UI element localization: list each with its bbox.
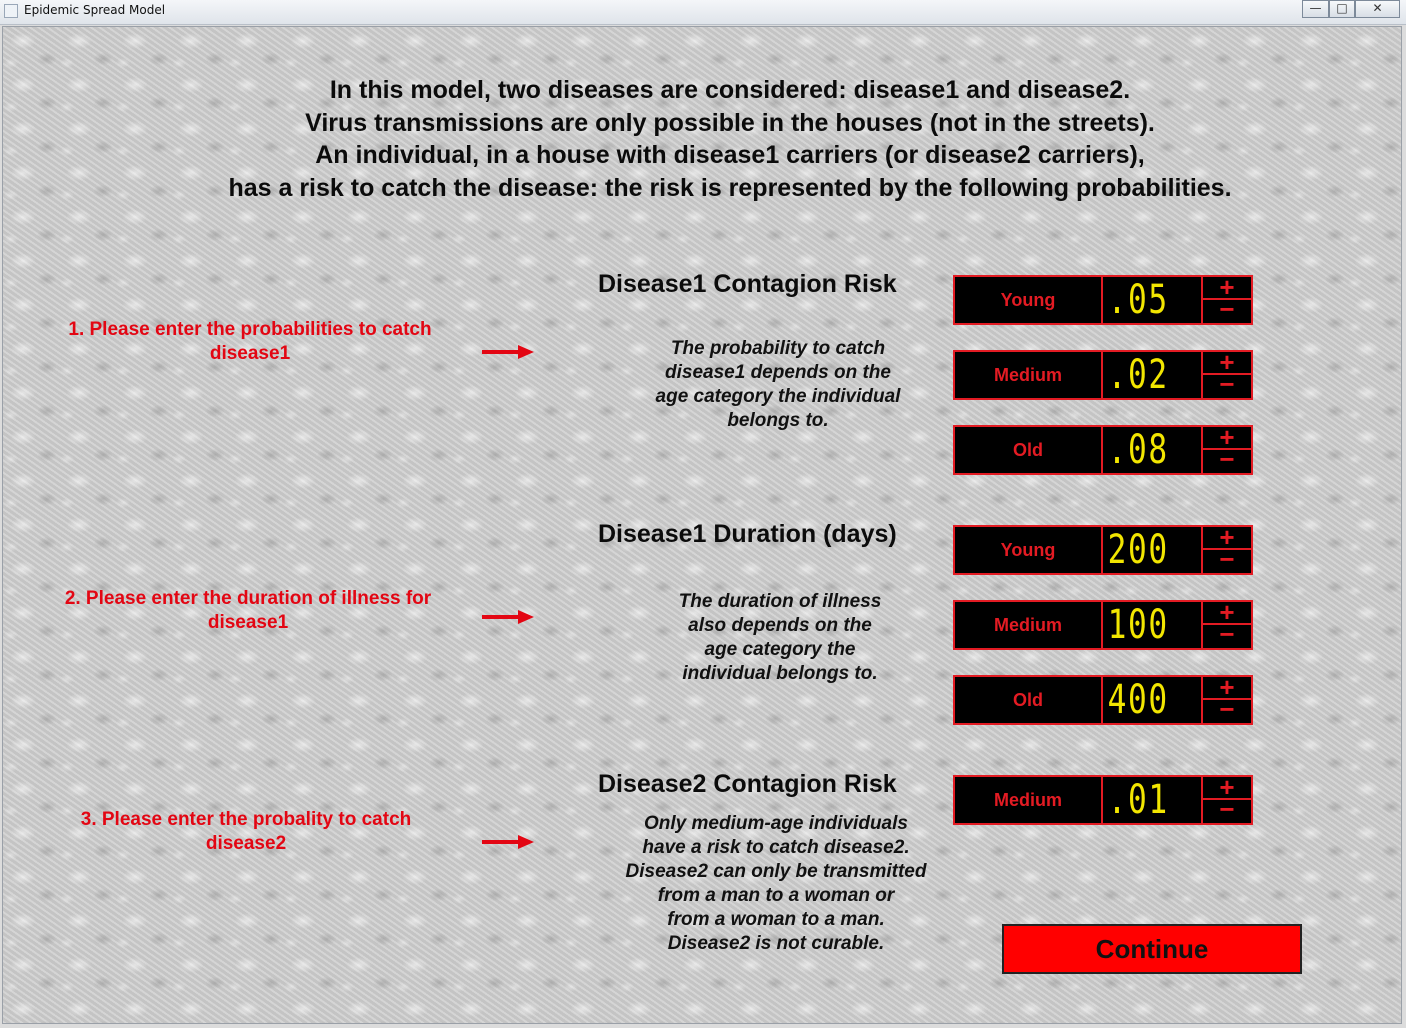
spinner-disease1-duration-medium: Medium 100 + − [953,599,1253,650]
instruction-text: disease1 [209,343,291,364]
description-line: have a risk to catch disease2. [642,837,910,858]
description-line: Only medium-age individuals [644,813,908,834]
right-arrow-icon [482,835,534,849]
close-button[interactable]: ✕ [1355,0,1400,18]
spinner-label: Medium [955,602,1103,648]
spinner-disease2-risk-medium: Medium .01 + − [953,774,1253,825]
decrement-button[interactable]: − [1203,446,1251,473]
instruction-text: disease2 [205,833,287,854]
intro-line: An individual, in a house with disease1 … [315,141,1145,170]
decrement-button[interactable]: − [1203,371,1251,398]
spinner-value[interactable]: .01 [1103,777,1179,823]
description-line: disease1 depends on the [665,362,891,383]
spinner-value[interactable]: 400 [1103,677,1179,723]
section-title-disease2-risk: Disease2 Contagion Risk [598,770,897,798]
spinner-buttons: + − [1201,674,1251,723]
description-line: from a man to a woman or [657,885,895,906]
spinner-value[interactable]: 100 [1103,602,1179,648]
spinner-buttons: + − [1201,774,1251,823]
description-line: from a woman to a man. [667,909,885,930]
spinner-disease1-risk-young: Young .05 + − [953,274,1253,325]
decrement-button[interactable]: − [1203,296,1251,323]
decrement-button[interactable]: − [1203,546,1251,573]
description-line: age category the [704,639,856,660]
spinner-disease1-duration-young: Young 200 + − [953,524,1253,575]
description-line: Disease2 can only be transmitted [625,861,927,882]
window-title: Epidemic Spread Model [24,3,166,17]
description-line: also depends on the [688,615,872,636]
description-line: individual belongs to. [682,663,878,684]
spinner-label: Old [955,677,1103,723]
description-line: Disease2 is not curable. [667,933,885,954]
description-line: The probability to catch [670,338,886,359]
intro-line: In this model, two diseases are consider… [329,76,1131,104]
spinner-value[interactable]: .02 [1103,352,1179,398]
description-disease2-risk: Only medium-age individuals have a risk … [596,812,956,956]
intro-text: In this model, two diseases are consider… [0,74,1406,204]
spinner-disease1-risk-old: Old .08 + − [953,424,1253,475]
instruction-text: 1. Please enter the probabilities to cat… [68,319,432,340]
intro-line: Virus transmissions are only possible in… [305,108,1155,137]
decrement-button[interactable]: − [1203,696,1251,723]
description-line: The duration of illness [678,591,882,612]
description-disease1-risk: The probability to catch disease1 depend… [618,337,938,433]
instruction-text: disease1 [207,612,289,633]
spinner-disease1-risk-medium: Medium .02 + − [953,349,1253,400]
section-title-disease1-risk: Disease1 Contagion Risk [598,270,897,298]
maximize-button[interactable]: □ [1329,0,1355,18]
spinner-buttons: + − [1201,524,1251,573]
spinner-label: Young [955,527,1103,573]
spinner-value[interactable]: .08 [1103,427,1179,473]
spinner-value[interactable]: .05 [1103,277,1179,323]
section-title-disease1-duration: Disease1 Duration (days) [598,520,897,548]
spinner-label: Old [955,427,1103,473]
spinner-label: Medium [955,352,1103,398]
spinner-label: Young [955,277,1103,323]
spinner-buttons: + − [1201,274,1251,323]
decrement-button[interactable]: − [1203,796,1251,823]
spinner-disease1-duration-old: Old 400 + − [953,674,1253,725]
spinner-buttons: + − [1201,599,1251,648]
continue-button[interactable]: Continue [1002,924,1302,974]
spinner-value[interactable]: 200 [1103,527,1179,573]
description-line: belongs to. [727,410,829,431]
minimize-button[interactable]: — [1302,0,1329,18]
instruction-2: 2. Please enter the duration of illness … [28,587,468,635]
app-icon [4,4,18,18]
instruction-3: 3. Please enter the probality to catch d… [26,808,466,856]
instruction-text: 2. Please enter the duration of illness … [64,588,432,609]
instruction-1: 1. Please enter the probabilities to cat… [30,318,470,366]
decrement-button[interactable]: − [1203,621,1251,648]
spinner-label: Medium [955,777,1103,823]
spinner-buttons: + − [1201,349,1251,398]
description-line: age category the individual [655,386,901,407]
description-disease1-duration: The duration of illness also depends on … [620,590,940,686]
title-bar: Epidemic Spread Model — □ ✕ [0,0,1406,25]
intro-line: has a risk to catch the disease: the ris… [228,173,1232,202]
right-arrow-icon [482,345,534,359]
right-arrow-icon [482,610,534,624]
spinner-buttons: + − [1201,424,1251,473]
instruction-text: 3. Please enter the probality to catch [80,809,412,830]
